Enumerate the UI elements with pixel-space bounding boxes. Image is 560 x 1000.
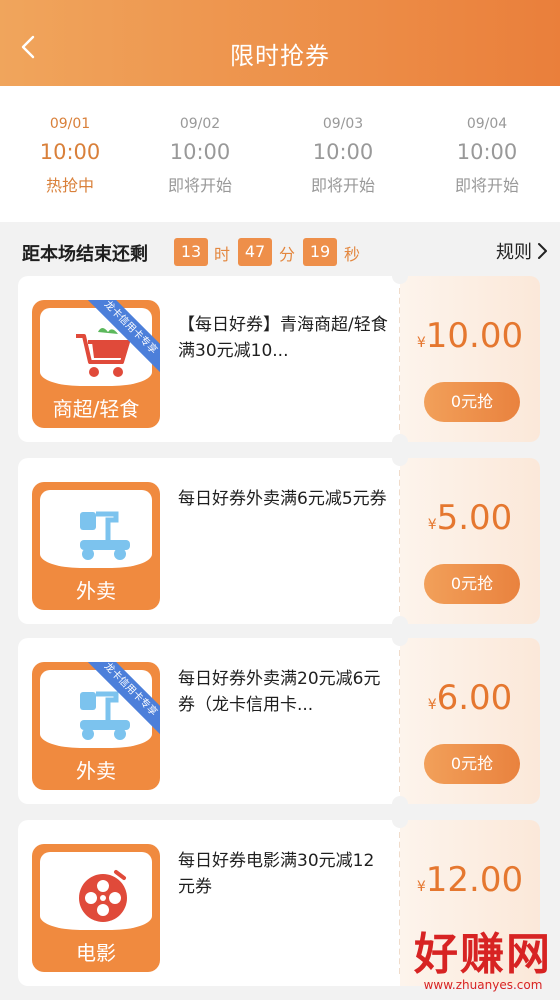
tab-session-2[interactable]: 09/02 10:00 即将开始 [130,86,270,222]
coupon-info: 外卖 每日好券外卖满6元减5元券 [18,458,400,624]
chevron-right-icon[interactable] [536,241,548,261]
category-badge: 电影 [32,844,160,972]
tab-time: 10:00 [312,140,374,164]
watermark-url: www.zhuanyes.com [423,978,543,992]
coupon-price-panel: ¥6.00 0元抢 [400,638,540,804]
coupon-title: 每日好券外卖满20元减6元券（龙卡信用卡... [178,669,381,715]
countdown-seconds: 19 [303,238,337,266]
coupon-info: 龙卡信用卡专享 外卖 每日好券外卖满20元减6元券（龙卡信用卡... [18,638,400,804]
countdown-hours: 13 [174,238,208,266]
category-label: 电影 [76,941,116,965]
session-tabs: 09/01 10:00 热抢中 09/02 10:00 即将开始 09/03 1… [0,86,560,222]
tab-session-4[interactable]: 09/04 10:00 即将开始 [417,86,557,222]
coupon-info: 龙卡信用卡专享 商超/轻食 【每日好券】青海商超/轻食满30元减10... [18,276,400,442]
coupon-card: 外卖 每日好券外卖满6元减5元券 ¥5.00 0元抢 [18,450,540,632]
tab-date: 09/01 [49,116,91,132]
card-notch [392,434,408,450]
film-reel-icon [79,870,127,922]
tab-time: 10:00 [456,140,518,164]
countdown-minutes-unit: 分 [279,245,296,264]
coupon-title: 【每日好券】青海商超/轻食满30元减10... [178,315,388,361]
coupon-price: ¥6.00 [400,678,540,718]
currency-symbol: ¥ [427,697,437,713]
category-label: 外卖 [76,579,116,603]
price-amount: 12.00 [425,860,524,900]
coupon-price: ¥5.00 [400,498,540,538]
countdown-seconds-unit: 秒 [344,245,361,264]
coupon-title: 每日好券外卖满6元减5元券 [178,489,387,509]
tab-session-1[interactable]: 09/01 10:00 热抢中 [0,86,140,222]
price-amount: 10.00 [425,316,524,356]
price-amount: 6.00 [436,678,513,718]
countdown-hours-unit: 时 [214,245,231,264]
card-notch [392,630,408,646]
category-badge: 龙卡信用卡专享 商超/轻食 [32,300,160,428]
tab-status: 热抢中 [45,176,94,195]
category-icon-area [40,852,152,930]
tab-date: 09/02 [179,116,221,132]
scooter-icon [80,511,130,560]
tab-status: 即将开始 [167,176,232,195]
coupon-price: ¥12.00 [400,860,540,900]
grab-coupon-button[interactable]: 0元抢 [424,564,520,604]
currency-symbol: ¥ [416,335,426,351]
countdown-label: 距本场结束还剩 [22,244,148,265]
coupon-title: 每日好券电影满30元减12元券 [178,851,375,897]
category-badge: 龙卡信用卡专享 外卖 [32,662,160,790]
header-bar: 限时抢券 [0,0,560,86]
category-label: 商超/轻食 [52,397,140,421]
watermark: 好赚网 www.zhuanyes.com [414,918,552,992]
tab-session-3[interactable]: 09/03 10:00 即将开始 [273,86,413,222]
card-notch [392,796,408,812]
card-notch [392,450,408,466]
tab-status: 即将开始 [454,176,519,195]
coupon-price-panel: ¥10.00 0元抢 [400,276,540,442]
tab-status: 即将开始 [310,176,375,195]
coupon-info: 电影 每日好券电影满30元减12元券 [18,820,400,986]
price-amount: 5.00 [436,498,513,538]
countdown-bar: 距本场结束还剩 13 时 47 分 19 秒 规则 [0,222,560,278]
currency-symbol: ¥ [427,517,437,533]
category-label: 外卖 [76,759,116,783]
tab-time: 10:00 [39,140,101,164]
rules-link[interactable]: 规则 [496,238,532,264]
grab-coupon-button[interactable]: 0元抢 [424,744,520,784]
card-notch [392,268,408,284]
currency-symbol: ¥ [416,879,426,895]
category-badge: 外卖 [32,482,160,610]
tab-time: 10:00 [169,140,231,164]
tab-date: 09/04 [466,116,508,132]
card-notch [392,812,408,828]
coupon-price: ¥10.00 [400,316,540,356]
countdown-minutes: 47 [238,238,272,266]
category-icon-area [40,490,152,568]
coupon-card: 龙卡信用卡专享 商超/轻食 【每日好券】青海商超/轻食满30元减10... ¥1… [18,268,540,450]
watermark-logo: 好赚网 [414,929,552,980]
coupon-price-panel: ¥5.00 0元抢 [400,458,540,624]
tab-date: 09/03 [322,116,364,132]
grab-coupon-button[interactable]: 0元抢 [424,382,520,422]
page-title: 限时抢券 [230,42,330,70]
coupon-card: 龙卡信用卡专享 外卖 每日好券外卖满20元减6元券（龙卡信用卡... ¥6.00… [18,630,540,812]
